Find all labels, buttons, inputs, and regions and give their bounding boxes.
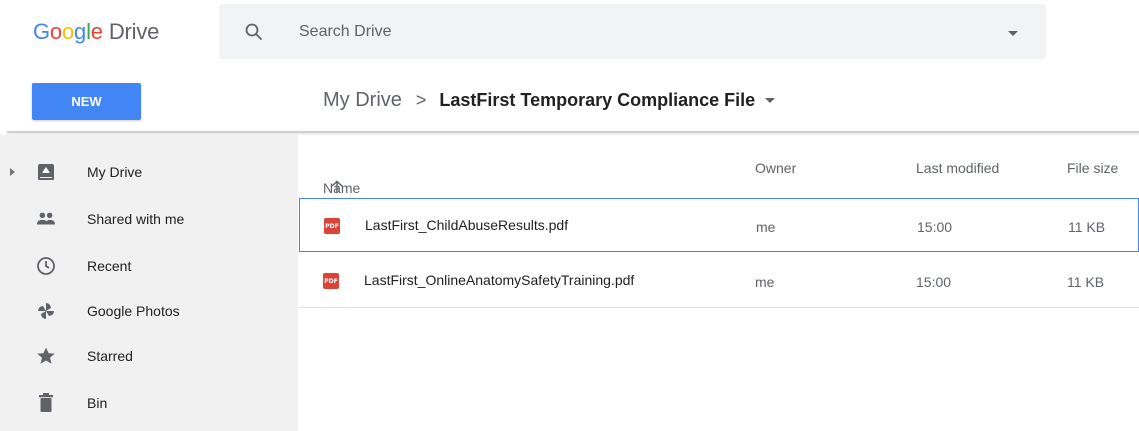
sidebar-item-label: My Drive <box>87 164 143 180</box>
sidebar-item-recent[interactable]: Recent <box>0 244 298 288</box>
file-owner: me <box>755 274 775 290</box>
sidebar-item-label: Starred <box>87 348 133 364</box>
table-row[interactable]: PDF LastFirst_OnlineAnatomySafetyTrainin… <box>299 254 1139 308</box>
sidebar-item-shared-with-me[interactable]: Shared with me <box>0 197 298 241</box>
pdf-file-icon: PDF <box>324 218 340 234</box>
file-size: 11 KB <box>1068 219 1106 235</box>
logo-letter: e <box>90 19 103 44</box>
logo-letter: o <box>49 19 62 44</box>
header-divider <box>7 131 1139 133</box>
clock-icon <box>36 256 56 276</box>
column-header-last-modified[interactable]: Last modified <box>916 160 999 176</box>
file-name[interactable]: LastFirst_OnlineAnatomySafetyTraining.pd… <box>364 272 634 288</box>
star-icon <box>36 346 56 366</box>
table-row[interactable]: PDF LastFirst_ChildAbuseResults.pdf me 1… <box>299 198 1139 252</box>
search-bar[interactable] <box>219 4 1046 59</box>
file-name[interactable]: LastFirst_ChildAbuseResults.pdf <box>365 217 568 233</box>
column-header-owner[interactable]: Owner <box>755 160 796 176</box>
breadcrumb: My Drive > LastFirst Temporary Complianc… <box>323 89 776 112</box>
search-icon[interactable] <box>244 22 264 42</box>
file-list-header: Name Owner Last modified File size <box>299 140 1139 197</box>
sidebar-item-label: Recent <box>87 258 132 274</box>
new-button[interactable]: NEW <box>32 83 141 120</box>
sidebar: My Drive Shared with me Recent Google Ph… <box>0 135 298 431</box>
logo-product-name: Drive <box>108 19 160 44</box>
arrow-up-icon[interactable] <box>331 180 343 197</box>
logo-letter: o <box>61 19 75 44</box>
search-input[interactable] <box>299 21 949 43</box>
sidebar-item-starred[interactable]: Starred <box>0 334 298 378</box>
sidebar-item-label: Google Photos <box>87 303 180 319</box>
file-last-modified: 15:00 <box>916 274 952 290</box>
people-icon <box>36 209 56 229</box>
column-header-file-size[interactable]: File size <box>1067 160 1118 176</box>
sidebar-item-google-photos[interactable]: Google Photos <box>0 289 298 333</box>
search-options-dropdown-icon[interactable] <box>1008 31 1018 36</box>
logo-letter: g <box>74 19 87 44</box>
folder-menu-dropdown-icon[interactable] <box>765 98 776 103</box>
google-drive-logo[interactable]: Google Drive <box>33 19 159 45</box>
file-last-modified: 15:00 <box>917 219 953 235</box>
breadcrumb-current-folder[interactable]: LastFirst Temporary Compliance File <box>439 90 755 111</box>
pdf-file-icon: PDF <box>323 273 339 289</box>
sidebar-item-my-drive[interactable]: My Drive <box>0 150 298 194</box>
breadcrumb-root[interactable]: My Drive <box>323 89 402 112</box>
trash-icon <box>36 393 56 413</box>
file-owner: me <box>756 219 776 235</box>
sidebar-item-label: Bin <box>87 395 108 411</box>
file-size: 11 KB <box>1067 274 1105 290</box>
expand-caret-icon[interactable] <box>10 168 15 176</box>
sidebar-item-label: Shared with me <box>87 211 185 227</box>
logo-letter: G <box>33 19 50 44</box>
sidebar-item-bin[interactable]: Bin <box>0 381 298 425</box>
my-drive-icon <box>36 162 56 182</box>
breadcrumb-separator: > <box>415 90 427 110</box>
pinwheel-icon <box>36 301 56 321</box>
